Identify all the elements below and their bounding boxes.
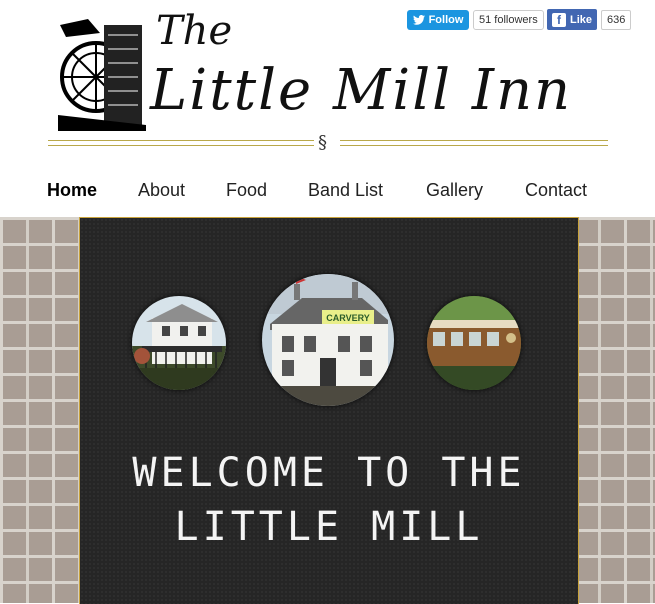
railway-carriage-photo[interactable] bbox=[427, 296, 521, 390]
svg-text:CARVERY: CARVERY bbox=[326, 313, 370, 323]
nav-item-band-list[interactable]: Band List bbox=[308, 180, 383, 201]
section-mark: § bbox=[318, 132, 327, 153]
twitter-bird-icon bbox=[412, 15, 425, 25]
water-mill-logo-icon bbox=[58, 15, 146, 131]
chalkboard-panel: CARVERY WELCOME TO THE LITTLE MILL bbox=[79, 217, 579, 604]
logo-title-text: Little Mill Inn bbox=[150, 58, 573, 123]
welcome-line-1: Welcome to the bbox=[132, 450, 526, 496]
twitter-follow-button[interactable]: Follow bbox=[407, 10, 469, 30]
header-divider-left bbox=[48, 140, 314, 146]
facebook-like-label: Like bbox=[569, 13, 592, 26]
railway-carriage-photo-image bbox=[427, 296, 521, 390]
twitter-follow-label: Follow bbox=[428, 14, 464, 26]
nav-item-food[interactable]: Food bbox=[226, 180, 267, 201]
facebook-like-button[interactable]: f Like bbox=[547, 9, 597, 30]
inn-building-photo[interactable]: CARVERY bbox=[262, 274, 394, 406]
nav-item-contact[interactable]: Contact bbox=[525, 180, 587, 201]
balcony-photo-image bbox=[132, 296, 226, 390]
main-nav: Home About Food Band List Gallery Contac… bbox=[0, 180, 655, 204]
nav-item-gallery[interactable]: Gallery bbox=[426, 180, 483, 201]
brick-wall-background: CARVERY WELCOME TO THE LITTLE MILL bbox=[0, 217, 655, 604]
twitter-followers-count[interactable]: 51 followers bbox=[473, 10, 544, 30]
header-divider-right bbox=[340, 140, 608, 146]
welcome-line-2: Little Mill bbox=[174, 504, 484, 550]
facebook-like-count: 636 bbox=[601, 10, 632, 30]
balcony-photo[interactable] bbox=[132, 296, 226, 390]
logo-the-text: The bbox=[156, 8, 233, 54]
welcome-heading: Welcome to the Little Mill bbox=[80, 446, 578, 554]
nav-item-about[interactable]: About bbox=[138, 180, 185, 201]
inn-building-photo-image: CARVERY bbox=[262, 274, 394, 406]
nav-item-home[interactable]: Home bbox=[47, 180, 97, 201]
site-header: The Little Mill Inn § Follow 51 follower… bbox=[0, 0, 655, 218]
facebook-icon: f bbox=[551, 12, 566, 27]
